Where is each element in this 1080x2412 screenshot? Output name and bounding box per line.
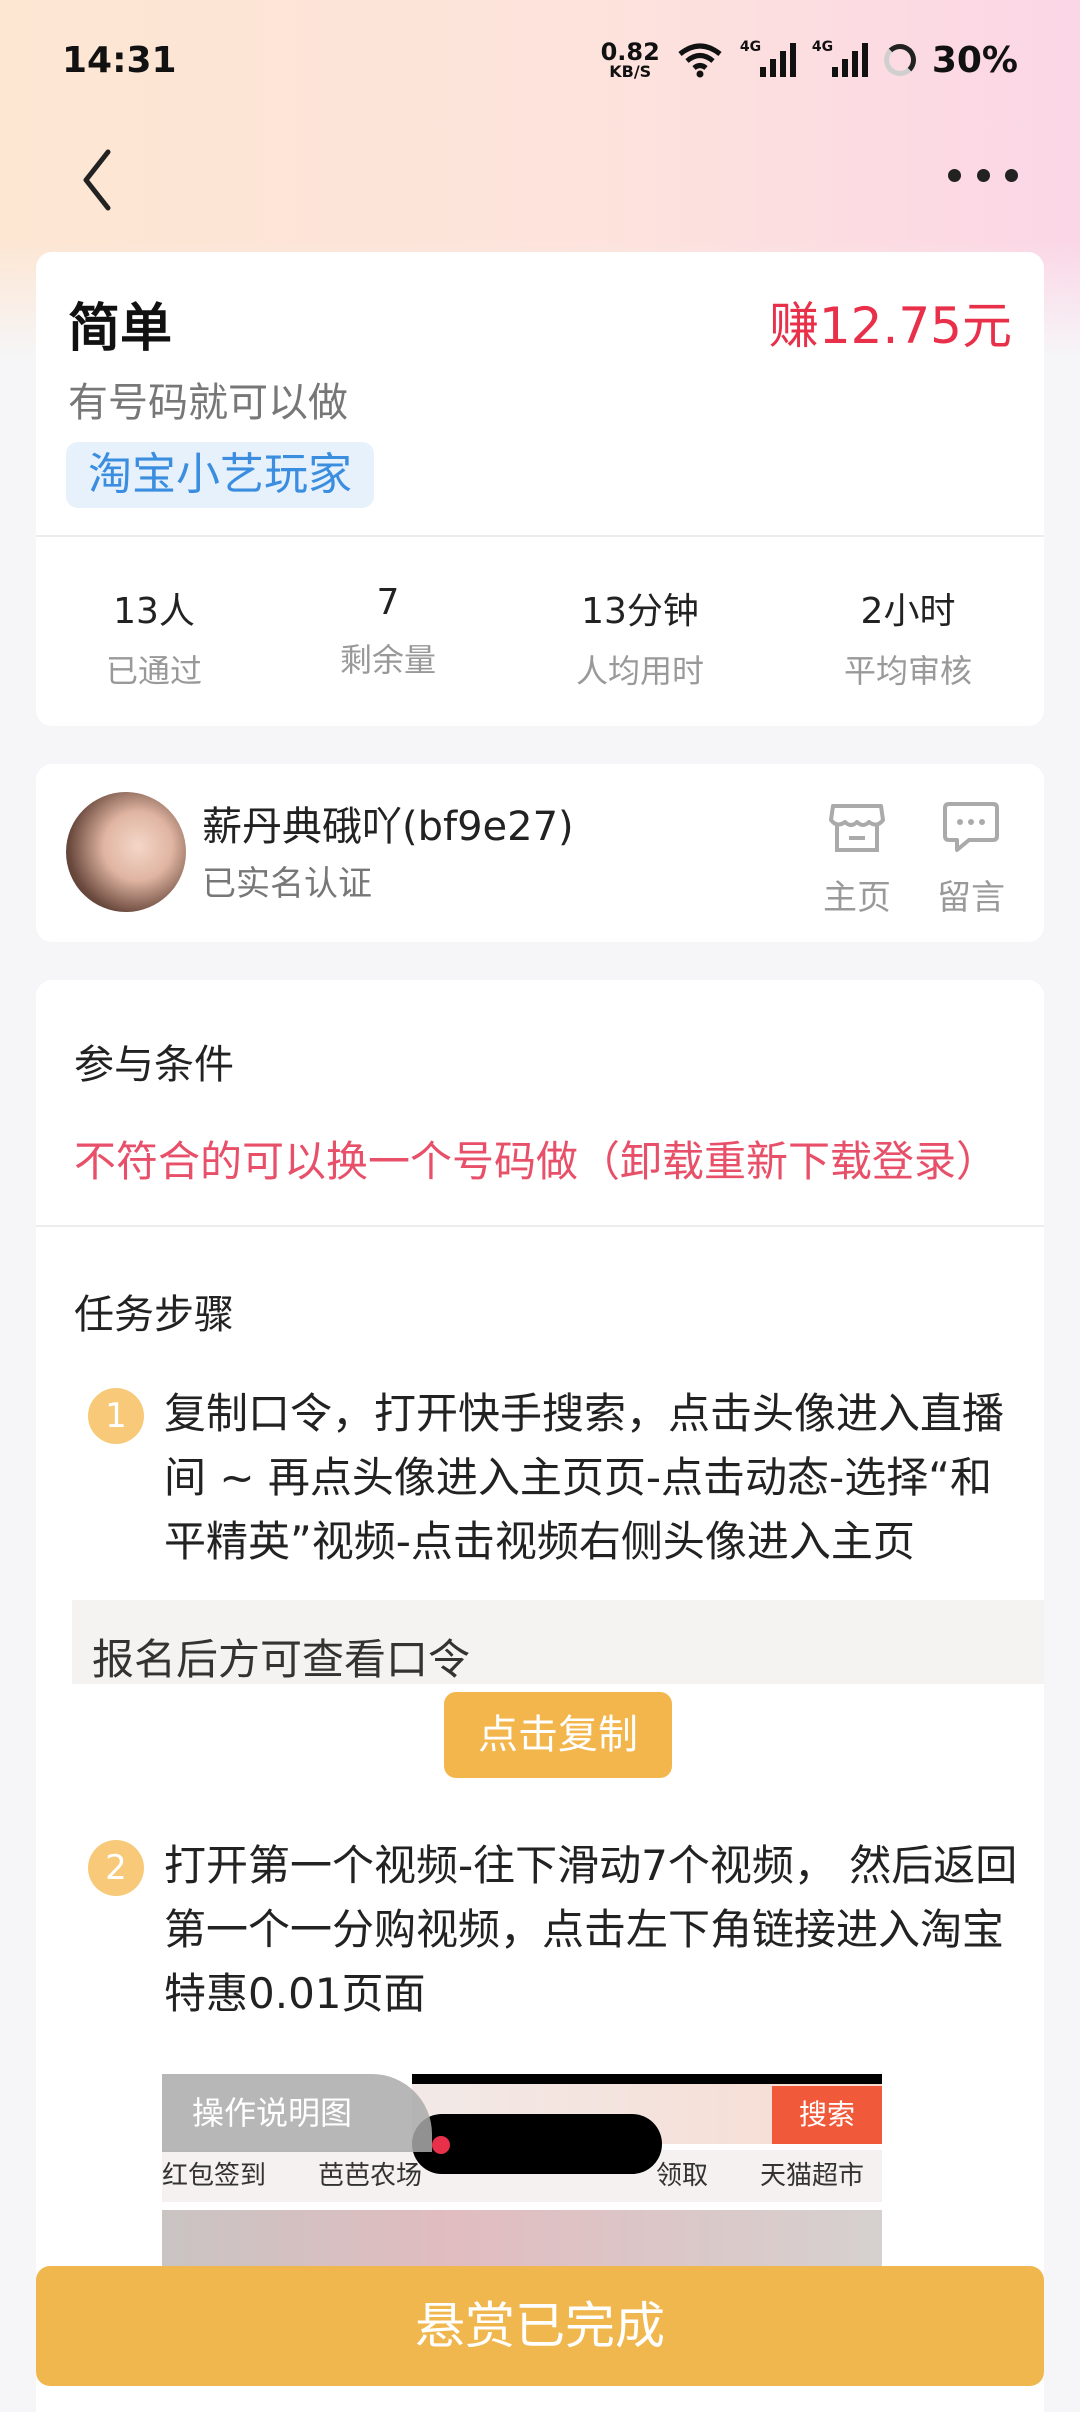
message-button[interactable]: 留言	[926, 800, 1016, 919]
nav-bar	[0, 120, 1080, 240]
image-tag: 操作说明图	[162, 2074, 432, 2152]
net-speed: 0.82 KB/S	[600, 38, 660, 81]
task-stats: 13人 已通过 7 剩余量 13分钟 人均用时 2小时 平均审核	[36, 582, 1044, 712]
stat-avg-review: 2小时 平均审核	[843, 591, 972, 690]
battery-level: 30%	[931, 39, 1018, 81]
stat-passed: 13人 已通过	[105, 591, 202, 690]
task-detail-card: 参与条件 不符合的可以换一个号码做（卸载重新下载登录） 任务步骤 1 复制口令，…	[36, 980, 1044, 2412]
divider	[36, 1225, 1044, 1227]
signal-icon: 4G	[740, 39, 796, 77]
copy-button[interactable]: 点击复制	[444, 1692, 672, 1778]
stat-remaining: 7 剩余量	[339, 582, 436, 679]
verified-badge: 已实名认证	[202, 864, 372, 904]
publisher-name: 薪丹典硪吖(bf9e27)	[202, 804, 574, 850]
steps-title: 任务步骤	[74, 1292, 234, 1338]
step-number: 1	[88, 1388, 144, 1444]
step-text: 复制口令，打开快手搜索，点击头像进入直播间 ~ 再点头像进入主页页-点击动态-选…	[164, 1389, 1005, 1566]
home-button[interactable]: 主页	[812, 800, 902, 919]
signal-icon: 4G	[812, 39, 868, 77]
more-icon[interactable]	[948, 160, 1018, 190]
conditions-title: 参与条件	[74, 1042, 234, 1088]
task-subtitle: 有号码就可以做	[68, 380, 348, 426]
stat-avg-time: 13分钟 人均用时	[575, 591, 704, 690]
command-placeholder: 报名后方可查看口令	[92, 1635, 471, 1684]
publisher-card: 薪丹典硪吖(bf9e27) 已实名认证 主页 留言	[36, 764, 1044, 942]
chat-icon	[943, 802, 999, 852]
image-search-label: 搜索	[772, 2086, 882, 2144]
status-time: 14:31	[62, 39, 177, 81]
task-tag: 淘宝小艺玩家	[66, 442, 374, 508]
wifi-icon	[678, 43, 722, 78]
step-number: 2	[88, 1840, 144, 1896]
conditions-text: 不符合的可以换一个号码做（卸载重新下载登录）	[74, 1137, 999, 1186]
task-summary-card: 简单 赚12.75元 有号码就可以做 淘宝小艺玩家 13人 已通过 7 剩余量 …	[36, 252, 1044, 726]
back-icon[interactable]	[72, 140, 120, 220]
step-text: 打开第一个视频-往下滑动7个视频， 然后返回第一个一分购视频，点击左下角链接进入…	[164, 1841, 1018, 2018]
status-button[interactable]: 悬赏已完成	[36, 2266, 1044, 2386]
battery-icon	[883, 44, 916, 76]
status-bar: 14:31 0.82 KB/S 4G 4G 30%	[0, 0, 1080, 120]
command-box: 报名后方可查看口令	[72, 1600, 1044, 1684]
store-icon	[829, 804, 885, 852]
divider	[36, 535, 1044, 537]
avatar[interactable]	[66, 792, 186, 912]
task-reward: 赚12.75元	[768, 297, 1012, 355]
task-title: 简单	[68, 299, 173, 359]
